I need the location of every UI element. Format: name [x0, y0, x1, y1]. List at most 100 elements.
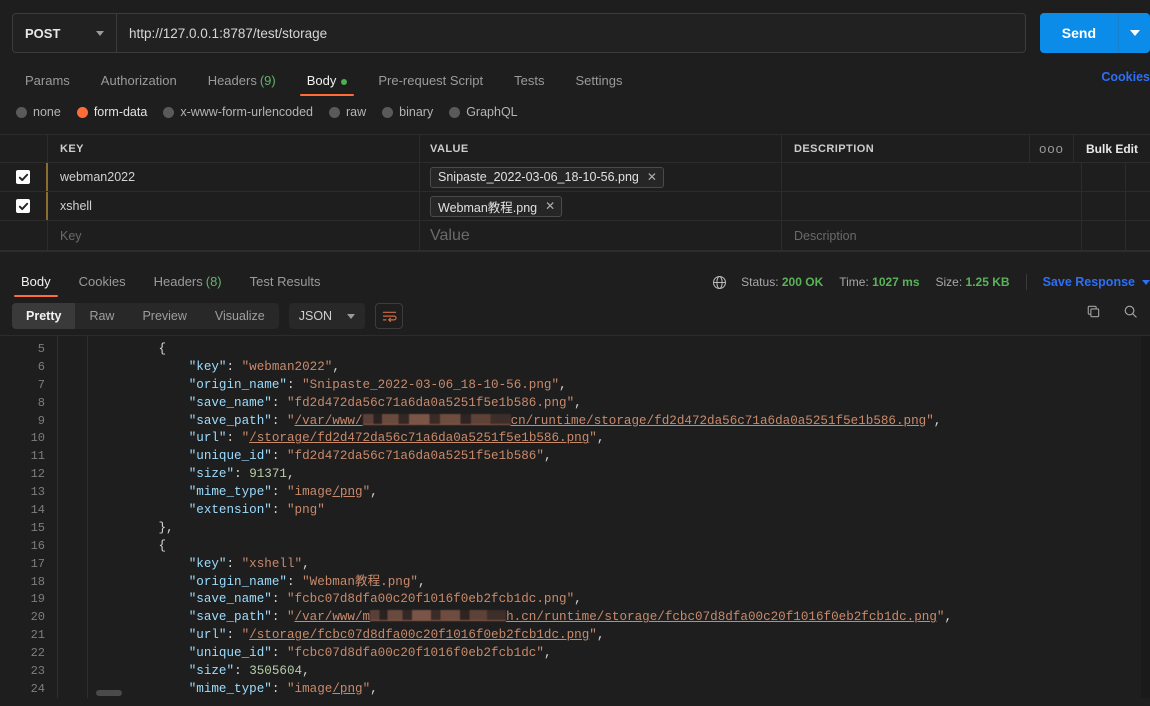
- code-token: "size": [188, 664, 235, 679]
- copy-icon[interactable]: [1086, 304, 1101, 319]
- response-tab-body[interactable]: Body: [14, 274, 58, 297]
- file-chip[interactable]: Snipaste_2022-03-06_18-10-56.png ✕: [430, 166, 664, 188]
- horizontal-scrollbar[interactable]: [88, 690, 1136, 696]
- code-token[interactable]: h.cn/runtime/storage/fcbc07d8dfa00c20f10…: [506, 610, 937, 624]
- table-row: webman2022 Snipaste_2022-03-06_18-10-56.…: [0, 163, 1150, 192]
- body-type-raw[interactable]: raw: [329, 105, 366, 119]
- tab-body[interactable]: Body: [298, 73, 357, 96]
- view-mode-pretty[interactable]: Pretty: [12, 303, 76, 329]
- bulk-edit-button[interactable]: Bulk Edit: [1074, 135, 1150, 162]
- code-token[interactable]: /png: [332, 485, 362, 499]
- close-icon[interactable]: ✕: [647, 170, 657, 184]
- tab-label: Authorization: [100, 73, 177, 88]
- row-value-cell[interactable]: Webman教程.png ✕: [420, 192, 782, 220]
- code-token: "image: [286, 485, 333, 500]
- url-input-group: POST: [12, 13, 1026, 53]
- line-number: 12: [30, 467, 45, 482]
- tab-settings[interactable]: Settings: [566, 73, 631, 96]
- new-description-input[interactable]: Description: [782, 221, 1082, 250]
- send-button[interactable]: Send: [1039, 13, 1118, 53]
- pane-divider[interactable]: [0, 251, 1150, 265]
- new-key-input[interactable]: Key: [48, 221, 420, 250]
- code-token[interactable]: /storage/fd2d472da56c71a6da0a5251f5e1b58…: [249, 431, 589, 445]
- view-mode-raw[interactable]: Raw: [75, 303, 128, 329]
- code-token[interactable]: cn/runtime/storage/fd2d472da56c71a6da0a5…: [511, 414, 927, 428]
- row-bulk-spacer: [1126, 192, 1150, 220]
- http-method-select[interactable]: POST: [13, 14, 117, 52]
- tab-label: Headers: [153, 274, 203, 289]
- code-token: "key": [188, 556, 227, 571]
- row-checkbox[interactable]: [16, 170, 30, 184]
- tab-authorization[interactable]: Authorization: [92, 73, 186, 96]
- body-modified-dot-icon: [341, 78, 348, 85]
- response-format-select[interactable]: JSON: [288, 303, 366, 329]
- code-token: "fcbc07d8dfa00c20f1016f0eb2fcb1dc.png": [286, 592, 575, 607]
- code-token: 91371: [249, 467, 287, 482]
- size-label-group: Size: 1.25 KB: [936, 275, 1010, 289]
- code-token[interactable]: /var/www/m: [295, 610, 371, 624]
- row-checkbox[interactable]: [16, 199, 30, 213]
- code-token: "save_name": [188, 395, 272, 410]
- code-token: 3505604: [249, 664, 303, 679]
- code-content[interactable]: { "key": "webman2022", "origin_name": "S…: [88, 336, 1150, 698]
- globe-icon[interactable]: [712, 275, 727, 290]
- response-body-viewer[interactable]: 567891011121314151617181920212223242526 …: [0, 335, 1150, 698]
- line-number: 11: [30, 449, 45, 464]
- response-tab-cookies[interactable]: Cookies: [72, 274, 133, 297]
- request-url-input[interactable]: [117, 14, 1025, 52]
- line-number: 7: [37, 377, 45, 392]
- vertical-scrollbar[interactable]: [1141, 336, 1150, 698]
- column-header-description: DESCRIPTION: [782, 135, 1030, 162]
- line-number: 13: [30, 485, 45, 500]
- body-type-form-data[interactable]: form-data: [76, 105, 147, 119]
- cookies-link[interactable]: Cookies: [1101, 70, 1150, 84]
- code-token: {: [158, 538, 167, 553]
- response-tab-headers[interactable]: Headers (8): [147, 274, 229, 297]
- radio-label: binary: [399, 105, 434, 119]
- new-value-input[interactable]: Value: [420, 221, 782, 250]
- code-line: {: [88, 341, 1150, 359]
- row-description[interactable]: [782, 192, 1082, 220]
- tab-params[interactable]: Params: [16, 73, 79, 96]
- search-icon[interactable]: [1123, 304, 1138, 319]
- code-token: "origin_name": [188, 574, 287, 589]
- row-key[interactable]: xshell: [48, 192, 420, 220]
- radio-icon: [382, 106, 394, 118]
- row-value-cell[interactable]: Snipaste_2022-03-06_18-10-56.png ✕: [420, 163, 782, 191]
- tab-headers[interactable]: Headers (9): [199, 73, 285, 96]
- body-type-binary[interactable]: binary: [382, 105, 433, 119]
- row-options-button[interactable]: [1082, 192, 1126, 220]
- row-description[interactable]: [782, 163, 1082, 191]
- radio-icon: [16, 106, 27, 118]
- close-icon[interactable]: ✕: [545, 199, 555, 213]
- radio-label: none: [33, 105, 61, 119]
- send-options-button[interactable]: [1118, 13, 1150, 53]
- code-fold-column[interactable]: [58, 336, 88, 698]
- code-token[interactable]: /storage/fcbc07d8dfa00c20f1016f0eb2fcb1d…: [249, 628, 589, 642]
- code-token: :: [271, 395, 287, 410]
- file-chip[interactable]: Webman教程.png ✕: [430, 195, 563, 217]
- view-mode-preview[interactable]: Preview: [128, 303, 200, 329]
- table-options-button[interactable]: ooo: [1030, 135, 1074, 162]
- line-number: 23: [30, 664, 45, 679]
- body-type-x-www-form-urlencoded[interactable]: x-www-form-urlencoded: [163, 105, 313, 119]
- code-token: "url": [188, 431, 227, 446]
- body-type-radio-group: none form-data x-www-form-urlencoded raw…: [0, 96, 1150, 128]
- line-number: 24: [30, 681, 45, 696]
- wrap-lines-button[interactable]: [375, 303, 404, 329]
- code-token: ,: [302, 664, 310, 679]
- status-badge: 200 OK: [781, 275, 824, 289]
- code-token[interactable]: /var/www/: [295, 414, 363, 428]
- body-type-none[interactable]: none: [16, 105, 61, 119]
- tab-tests[interactable]: Tests: [505, 73, 553, 96]
- row-key[interactable]: webman2022: [48, 163, 420, 191]
- response-tab-test-results[interactable]: Test Results: [243, 274, 328, 297]
- code-token: :: [226, 628, 242, 643]
- view-mode-visualize[interactable]: Visualize: [201, 303, 279, 329]
- row-options-button[interactable]: [1082, 163, 1126, 191]
- row-options-button[interactable]: [1082, 221, 1126, 250]
- code-token: ,: [559, 377, 567, 392]
- save-response-button[interactable]: Save Response: [1043, 275, 1150, 289]
- tab-pre-request-script[interactable]: Pre-request Script: [369, 73, 492, 96]
- body-type-graphql[interactable]: GraphQL: [449, 105, 518, 119]
